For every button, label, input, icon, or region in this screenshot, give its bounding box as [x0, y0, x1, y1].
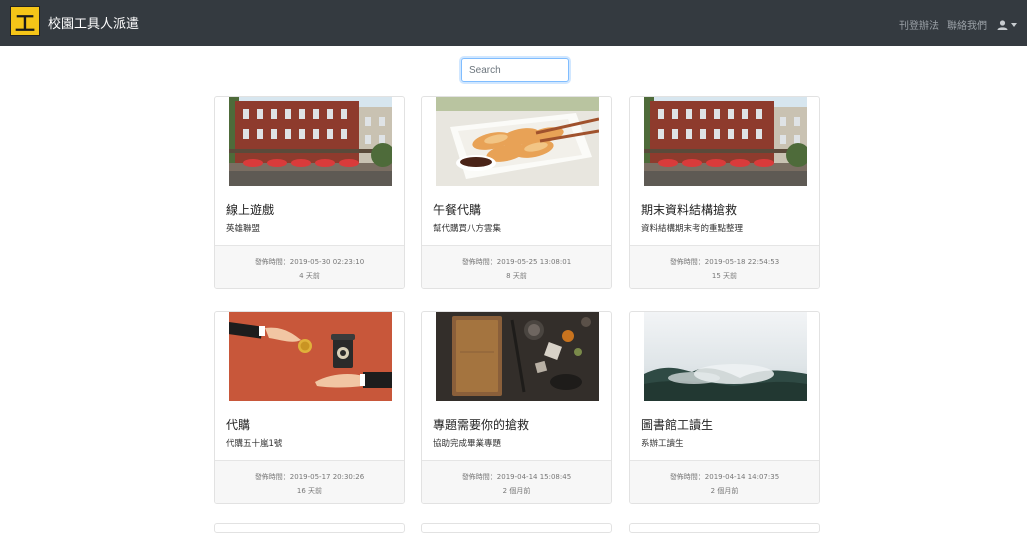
- nav-right: 刊登辦法 聯絡我們: [891, 17, 1017, 32]
- relative-time: 8 天前: [506, 272, 527, 280]
- card-image: [644, 97, 807, 186]
- relative-time: 2 個月前: [502, 487, 531, 495]
- card-footer: 發佈時間：2019-05-25 13:08:01 8 天前: [422, 245, 611, 288]
- card-footer: 發佈時間：2019-04-14 15:08:45 2 個月前: [422, 460, 611, 503]
- card-image: [229, 312, 392, 401]
- card-description: 代購五十嵐1號: [226, 439, 283, 449]
- post-time: 發佈時間：2019-05-17 20:30:26: [254, 473, 365, 481]
- nav-link-contact[interactable]: 聯絡我們: [947, 17, 987, 32]
- relative-time: 4 天前: [299, 272, 320, 280]
- card-title: 專題需要你的搶救: [433, 418, 530, 432]
- post-time: 發佈時間：2019-04-14 14:07:35: [669, 473, 780, 481]
- top-navbar: 工 校園工具人派遣 刊登辦法 聯絡我們: [0, 0, 1027, 46]
- card-image: [436, 312, 599, 401]
- card-title: 代購: [226, 418, 251, 432]
- task-card-partial[interactable]: [421, 523, 612, 533]
- search-input[interactable]: [461, 58, 569, 82]
- nav-link-posting-rules[interactable]: 刊登辦法: [899, 17, 939, 32]
- task-card[interactable]: 專題需要你的搶救 協助完成畢業專題 發佈時間：2019-04-14 15:08:…: [421, 311, 612, 504]
- card-description: 資料結構期末考的重點整理: [641, 224, 744, 234]
- card-description: 幫代購買八方雲集: [433, 224, 502, 234]
- task-card-partial[interactable]: [214, 523, 405, 533]
- card-title: 期末資料結構搶救: [641, 203, 738, 217]
- chevron-down-icon: [1011, 22, 1017, 27]
- card-title: 線上遊戲: [226, 203, 275, 217]
- task-card[interactable]: 圖書館工讀生 系辦工讀生 發佈時間：2019-04-14 14:07:35 2 …: [629, 311, 820, 504]
- task-card[interactable]: 期末資料結構搶救 資料結構期末考的重點整理 發佈時間：2019-05-18 22…: [629, 96, 820, 289]
- relative-time: 2 個月前: [710, 487, 739, 495]
- card-description: 英雄聯盟: [226, 224, 261, 234]
- site-logo[interactable]: 工: [10, 6, 40, 36]
- relative-time: 16 天前: [296, 487, 323, 495]
- card-image: [229, 97, 392, 186]
- post-time: 發佈時間：2019-05-25 13:08:01: [461, 258, 572, 266]
- card-description: 協助完成畢業專題: [433, 439, 502, 449]
- task-card-partial[interactable]: [629, 523, 820, 533]
- post-time: 發佈時間：2019-04-14 15:08:45: [461, 473, 572, 481]
- relative-time: 15 天前: [711, 272, 738, 280]
- task-card[interactable]: 午餐代購 幫代購買八方雲集 發佈時間：2019-05-25 13:08:01 8…: [421, 96, 612, 289]
- post-time: 發佈時間：2019-05-30 02:23:10: [254, 258, 365, 266]
- user-icon: [997, 19, 1008, 30]
- card-footer: 發佈時間：2019-05-18 22:54:53 15 天前: [630, 245, 819, 288]
- card-footer: 發佈時間：2019-04-14 14:07:35 2 個月前: [630, 460, 819, 503]
- site-brand[interactable]: 校園工具人派遣: [48, 13, 139, 32]
- card-footer: 發佈時間：2019-05-30 02:23:10 4 天前: [215, 245, 404, 288]
- post-time: 發佈時間：2019-05-18 22:54:53: [669, 258, 780, 266]
- card-description: 系辦工讀生: [641, 439, 684, 449]
- task-card[interactable]: 代購 代購五十嵐1號 發佈時間：2019-05-17 20:30:26 16 天…: [214, 311, 405, 504]
- card-title: 午餐代購: [433, 203, 482, 217]
- user-menu-dropdown[interactable]: [997, 19, 1017, 30]
- task-card[interactable]: 線上遊戲 英雄聯盟 發佈時間：2019-05-30 02:23:10 4 天前: [214, 96, 405, 289]
- card-image: [436, 97, 599, 186]
- card-title: 圖書館工讀生: [641, 418, 714, 432]
- card-footer: 發佈時間：2019-05-17 20:30:26 16 天前: [215, 460, 404, 503]
- card-image: [644, 312, 807, 401]
